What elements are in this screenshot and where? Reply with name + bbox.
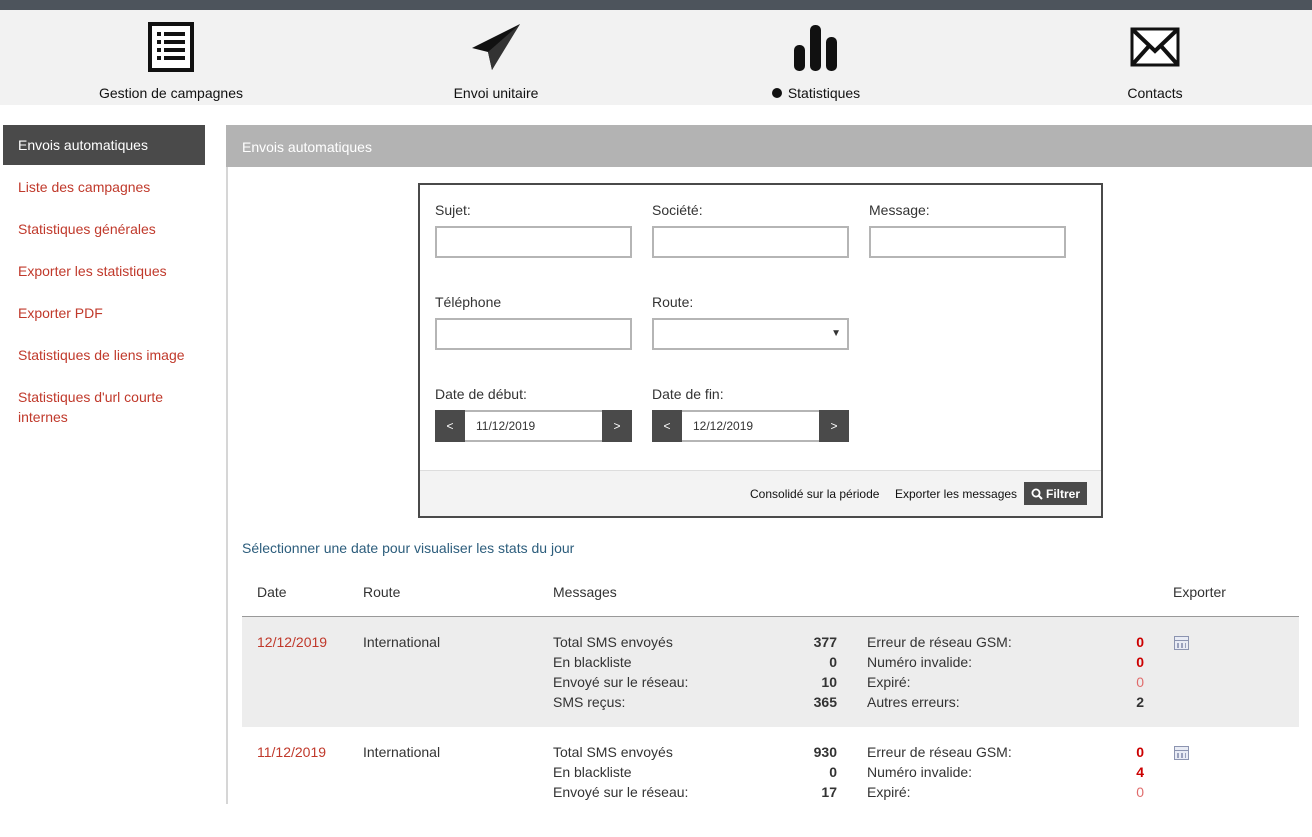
- active-indicator-icon: [771, 88, 782, 98]
- sidebar-item-general-stats[interactable]: Statistiques générales: [3, 219, 171, 239]
- filter-button[interactable]: Filtrer: [1023, 482, 1087, 505]
- nav-single-send[interactable]: Envoi unitaire: [386, 18, 606, 101]
- export-spreadsheet-icon[interactable]: [1174, 746, 1189, 760]
- col-date: Date: [257, 584, 287, 600]
- start-date-prev-button[interactable]: <: [435, 410, 465, 442]
- nav-label: Statistiques: [787, 85, 861, 101]
- nav-label: Envoi unitaire: [453, 85, 539, 101]
- error-label: Expiré:: [867, 674, 911, 690]
- stat-value: 377: [813, 634, 837, 650]
- nav-statistics[interactable]: Statistiques: [706, 18, 926, 101]
- nav-label: Gestion de campagnes: [99, 85, 243, 101]
- sidebar-item-campaign-list[interactable]: Liste des campagnes: [3, 177, 165, 197]
- sidebar: Envois automatiques Liste des campagnes …: [3, 125, 205, 425]
- row-date-link[interactable]: 12/12/2019: [257, 632, 327, 652]
- stat-label: SMS reçus:: [553, 694, 626, 710]
- stat-label: En blackliste: [553, 654, 632, 670]
- route-label: Route:: [652, 294, 694, 310]
- nav-label-row: Statistiques: [706, 85, 926, 101]
- message-input[interactable]: [869, 226, 1066, 258]
- table-header: Date Route Messages Exporter: [242, 576, 1299, 617]
- error-value: 0: [1136, 634, 1144, 650]
- start-date-label: Date de début:: [435, 386, 527, 402]
- envelope-icon: [1045, 18, 1265, 76]
- top-strip: [0, 0, 1312, 10]
- route-select[interactable]: ▼: [652, 318, 849, 350]
- end-date-label: Date de fin:: [652, 386, 724, 402]
- error-value: 4: [1136, 764, 1144, 780]
- error-value: 0: [1136, 654, 1144, 670]
- nav-campaigns[interactable]: Gestion de campagnes: [61, 18, 281, 101]
- end-date-input[interactable]: 12/12/2019: [682, 410, 819, 442]
- filter-button-label: Filtrer: [1045, 486, 1080, 501]
- sidebar-item-image-link-stats[interactable]: Statistiques de liens image: [3, 345, 200, 365]
- error-label: Numéro invalide:: [867, 654, 973, 670]
- table-row: 12/12/2019 International Total SMS envoy…: [242, 617, 1299, 727]
- error-value: 2: [1136, 694, 1144, 710]
- export-messages-link[interactable]: Exporter les messages: [895, 487, 1017, 501]
- error-label: Expiré:: [867, 784, 911, 800]
- stat-value: 0: [829, 764, 837, 780]
- error-value: 0: [1136, 744, 1144, 760]
- start-date-input[interactable]: 11/12/2019: [465, 410, 602, 442]
- error-label: Erreur de réseau GSM:: [867, 634, 1012, 650]
- nav-label: Contacts: [1127, 85, 1183, 101]
- stat-label: En blackliste: [553, 764, 632, 780]
- bar-chart-icon: [706, 18, 926, 76]
- stat-label: Total SMS envoyés: [553, 744, 673, 760]
- table-row: 11/12/2019 International Total SMS envoy…: [242, 727, 1299, 837]
- col-export: Exporter: [1173, 584, 1226, 600]
- company-label: Société:: [652, 202, 703, 218]
- list-icon: [61, 18, 281, 76]
- sidebar-item-short-url-stats[interactable]: Statistiques d'url courte internes: [3, 387, 193, 427]
- stat-value: 10: [821, 674, 837, 690]
- sidebar-item-automatic-sends[interactable]: Envois automatiques: [3, 125, 205, 165]
- export-spreadsheet-icon[interactable]: [1174, 636, 1189, 650]
- start-date-picker: < 11/12/2019 >: [435, 410, 632, 442]
- page-title: Envois automatiques: [226, 125, 1312, 167]
- end-date-picker: < 12/12/2019 >: [652, 410, 849, 442]
- search-icon: [1031, 488, 1043, 500]
- message-label: Message:: [869, 202, 930, 218]
- stat-value: 930: [813, 744, 837, 760]
- col-messages: Messages: [553, 584, 617, 600]
- error-label: Numéro invalide:: [867, 764, 973, 780]
- filter-panel: Sujet: Société: Message: Téléphone Route…: [418, 183, 1103, 518]
- end-date-prev-button[interactable]: <: [652, 410, 682, 442]
- error-label: Autres erreurs:: [867, 694, 960, 710]
- nav-contacts[interactable]: Contacts: [1045, 18, 1265, 101]
- stat-value: 17: [821, 784, 837, 800]
- stat-value: 0: [829, 654, 837, 670]
- top-navigation: Gestion de campagnes Envoi unitaire Stat…: [0, 10, 1312, 105]
- phone-label: Téléphone: [435, 294, 502, 310]
- error-value: 0: [1136, 784, 1144, 800]
- stat-label: Envoyé sur le réseau:: [553, 674, 689, 690]
- subject-label: Sujet:: [435, 202, 471, 218]
- col-route: Route: [363, 584, 401, 600]
- row-date-link[interactable]: 11/12/2019: [257, 742, 326, 762]
- sidebar-item-export-pdf[interactable]: Exporter PDF: [3, 303, 118, 323]
- sidebar-divider: [226, 160, 228, 804]
- stat-value: 365: [813, 694, 837, 710]
- stat-label: Envoyé sur le réseau:: [553, 784, 689, 800]
- date-select-hint: Sélectionner une date pour visualiser le…: [242, 540, 575, 556]
- consolidated-link[interactable]: Consolidé sur la période: [750, 487, 879, 501]
- sidebar-item-export-stats[interactable]: Exporter les statistiques: [3, 261, 182, 281]
- stat-label: Total SMS envoyés: [553, 634, 673, 650]
- dropdown-arrow-icon: ▼: [831, 328, 841, 339]
- error-value: 0: [1136, 674, 1144, 690]
- error-label: Erreur de réseau GSM:: [867, 744, 1012, 760]
- phone-input[interactable]: [435, 318, 632, 350]
- company-input[interactable]: [652, 226, 849, 258]
- subject-input[interactable]: [435, 226, 632, 258]
- end-date-next-button[interactable]: >: [819, 410, 849, 442]
- row-route: International: [363, 744, 441, 760]
- paper-plane-icon: [386, 18, 606, 76]
- row-route: International: [363, 634, 441, 650]
- start-date-next-button[interactable]: >: [602, 410, 632, 442]
- filter-footer: Consolidé sur la période Exporter les me…: [420, 470, 1101, 516]
